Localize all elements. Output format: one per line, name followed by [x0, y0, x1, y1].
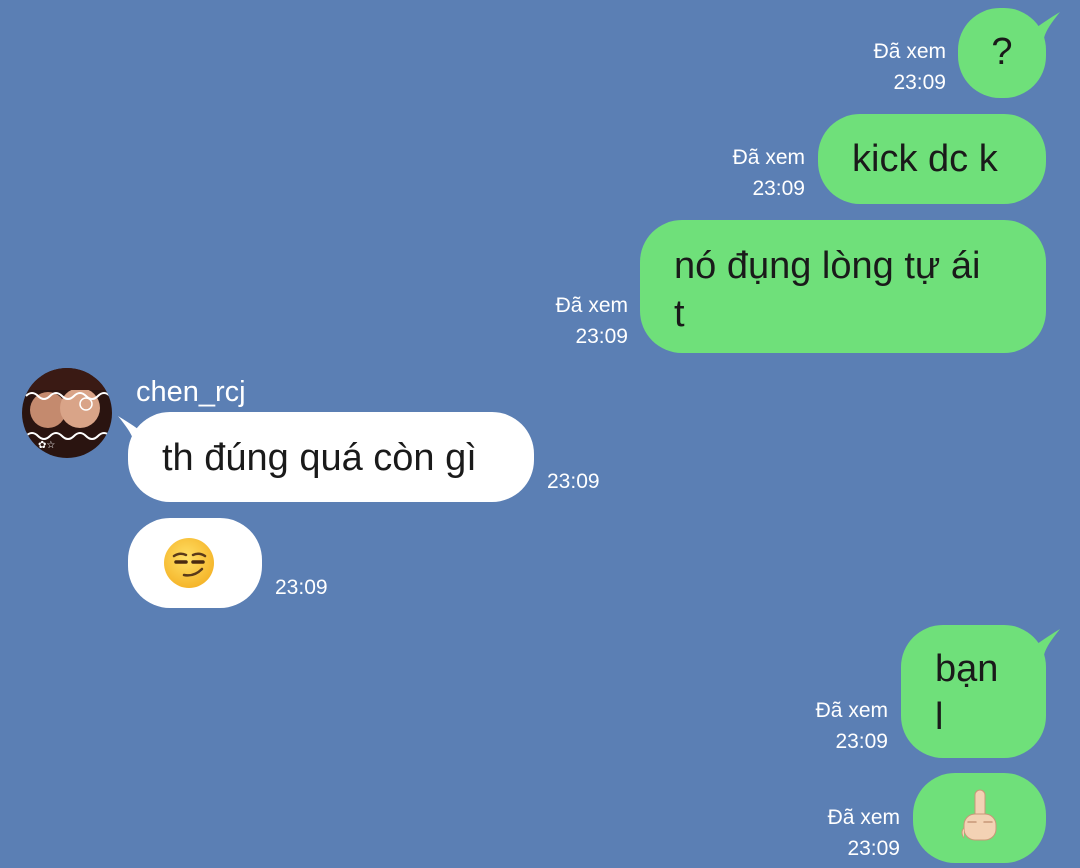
avatar-photo: ✿☆	[22, 368, 112, 458]
seen-label: Đã xem	[732, 146, 805, 169]
timestamp: 23:09	[847, 837, 900, 860]
message-text-line: t	[674, 293, 685, 335]
timestamp: 23:09	[575, 325, 628, 348]
seen-label: Đã xem	[827, 806, 900, 829]
message-bubble[interactable]	[913, 773, 1046, 863]
message-bubble[interactable]: bạn l	[901, 625, 1046, 758]
message-meta: Đã xem 23:09	[816, 695, 888, 757]
sender-name: chen_rcj	[136, 376, 246, 408]
message-bubble[interactable]: nó đụng lòng tự ái t	[640, 220, 1046, 353]
message-text-line: nó đụng lòng tự ái	[674, 245, 981, 287]
middle-finger-icon	[961, 789, 997, 841]
message-bubble[interactable]: kick dc k	[818, 114, 1046, 204]
message-meta: Đã xem 23:09	[828, 802, 900, 864]
seen-label: Đã xem	[815, 699, 888, 722]
message-text: kick dc k	[852, 138, 998, 180]
message-text: th đúng quá còn gì	[162, 437, 477, 479]
message-bubble[interactable]: th đúng quá còn gì	[128, 412, 534, 502]
timestamp: 23:09	[752, 177, 805, 200]
avatar[interactable]: ✿☆	[22, 368, 112, 458]
timestamp: 23:09	[275, 576, 328, 599]
svg-text:✿☆: ✿☆	[38, 440, 55, 451]
message-text-line: bạn	[935, 648, 999, 690]
seen-label: Đã xem	[873, 40, 946, 63]
message-bubble[interactable]	[128, 518, 262, 608]
timestamp: 23:09	[547, 470, 600, 493]
smirking-face-icon	[164, 538, 214, 588]
message-meta: Đã xem 23:09	[733, 142, 805, 204]
message-text: ?	[991, 31, 1013, 73]
message-meta: Đã xem 23:09	[556, 290, 628, 352]
timestamp: 23:09	[835, 730, 888, 753]
timestamp: 23:09	[893, 71, 946, 94]
message-meta: Đã xem 23:09	[874, 36, 946, 98]
seen-label: Đã xem	[555, 294, 628, 317]
message-bubble[interactable]: ?	[958, 8, 1046, 98]
message-text-line: l	[935, 696, 944, 738]
